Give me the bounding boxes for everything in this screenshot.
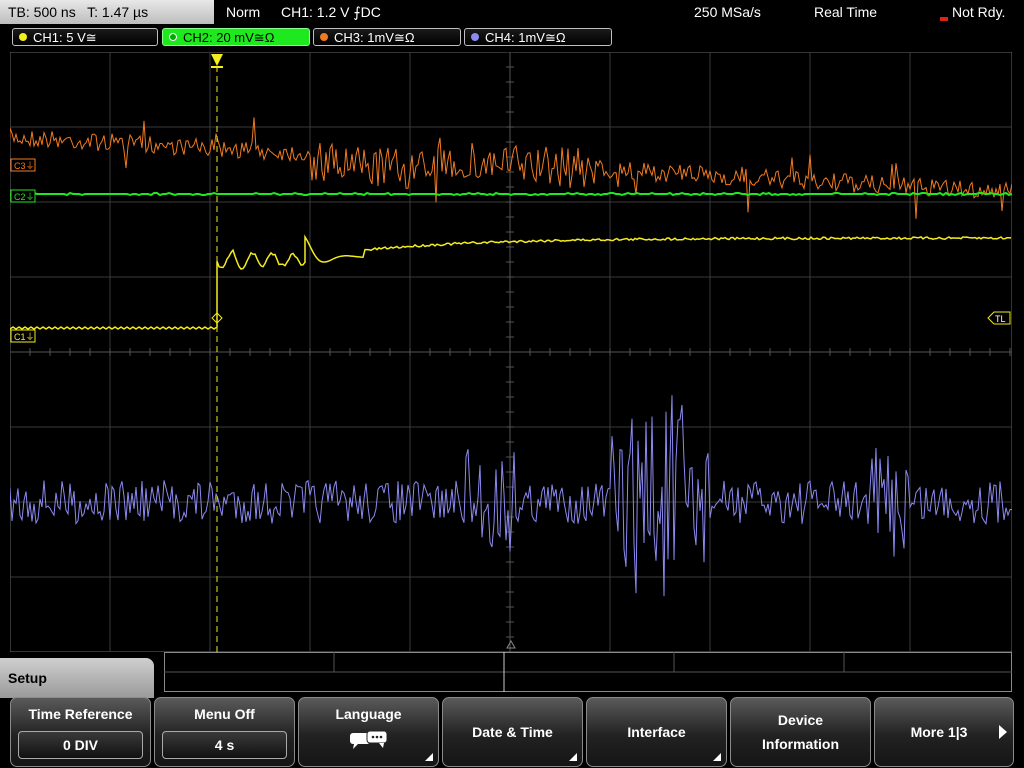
submenu-corner-icon bbox=[425, 753, 433, 761]
trigger-mode[interactable]: Norm bbox=[226, 0, 260, 24]
trigger-setting[interactable]: CH1: 1.2 V ⨍DC bbox=[281, 0, 381, 24]
interface-label: Interface bbox=[627, 724, 686, 740]
date-time-label: Date & Time bbox=[472, 724, 553, 740]
ch3-marker-label: C3⏚ bbox=[14, 161, 35, 171]
time-position-value: T: 1.47 µs bbox=[87, 4, 149, 20]
language-softkey[interactable]: Language bbox=[298, 697, 439, 767]
menu-title-tab: Setup bbox=[0, 658, 154, 698]
not-ready-indicator bbox=[940, 17, 948, 21]
ch4-dot-icon bbox=[471, 33, 479, 41]
ch3-dot-icon bbox=[320, 33, 328, 41]
device-info-label-line1: Device bbox=[777, 712, 824, 728]
trigger-level-label: TL bbox=[995, 314, 1006, 324]
channel-tab-ch4[interactable]: CH4: 1mV≅Ω bbox=[464, 28, 612, 46]
ch3-ground-marker[interactable]: C3⏚ bbox=[10, 158, 36, 172]
ch2-marker-label: C2⏚ bbox=[14, 192, 35, 202]
ch2-label: CH2: 20 mV≅Ω bbox=[183, 30, 275, 45]
ch2-ground-marker[interactable]: C2⏚ bbox=[10, 189, 36, 203]
ch3-label: CH3: 1mV≅Ω bbox=[334, 30, 415, 45]
more-softkey[interactable]: More 1|3 bbox=[874, 697, 1014, 767]
timebase-readout[interactable]: TB: 500 ns T: 1.47 µs bbox=[0, 0, 214, 24]
menu-off-value[interactable]: 4 s bbox=[162, 731, 287, 759]
ch1-marker-label: C1⏚ bbox=[14, 332, 35, 342]
speech-bubbles-icon bbox=[350, 730, 388, 749]
waveform-display[interactable]: C3⏚ C2⏚ C1⏚ TL bbox=[10, 52, 1012, 652]
channel-tab-ch1[interactable]: CH1: 5 V≅ bbox=[12, 28, 158, 46]
device-information-softkey[interactable]: Device Information bbox=[730, 697, 871, 767]
channel-tab-ch2[interactable]: CH2: 20 mV≅Ω bbox=[162, 28, 310, 46]
ch4-label: CH4: 1mV≅Ω bbox=[485, 30, 566, 45]
lower-info-strip bbox=[164, 652, 1012, 692]
time-reference-label: Time Reference bbox=[28, 706, 133, 722]
ch1-dot-icon bbox=[19, 33, 27, 41]
acquisition-state: Not Rdy. bbox=[952, 4, 1006, 20]
menu-off-label: Menu Off bbox=[194, 706, 255, 722]
device-info-label-line2: Information bbox=[762, 736, 839, 752]
language-label: Language bbox=[335, 706, 402, 722]
timebase-value: TB: 500 ns bbox=[8, 4, 76, 20]
next-page-arrow-icon bbox=[999, 725, 1007, 739]
more-label: More 1|3 bbox=[910, 724, 968, 740]
submenu-corner-icon bbox=[713, 753, 721, 761]
interface-softkey[interactable]: Interface bbox=[586, 697, 727, 767]
time-reference-softkey[interactable]: Time Reference 0 DIV bbox=[10, 697, 151, 767]
sample-rate: 250 MSa/s bbox=[694, 4, 761, 20]
channel-tab-ch3[interactable]: CH3: 1mV≅Ω bbox=[313, 28, 461, 46]
menu-title: Setup bbox=[8, 670, 47, 686]
ch1-ground-marker[interactable]: C1⏚ bbox=[10, 329, 36, 343]
status-bar: TB: 500 ns T: 1.47 µs Norm CH1: 1.2 V ⨍D… bbox=[0, 0, 1024, 24]
ch2-dot-icon bbox=[169, 33, 177, 41]
ch1-label: CH1: 5 V≅ bbox=[33, 30, 97, 45]
submenu-corner-icon bbox=[569, 753, 577, 761]
channel-bar: CH1: 5 V≅ CH2: 20 mV≅Ω CH3: 1mV≅Ω CH4: 1… bbox=[0, 24, 1024, 50]
menu-off-softkey[interactable]: Menu Off 4 s bbox=[154, 697, 295, 767]
acquisition-mode[interactable]: Real Time bbox=[814, 0, 877, 24]
date-time-softkey[interactable]: Date & Time bbox=[442, 697, 583, 767]
time-reference-value[interactable]: 0 DIV bbox=[18, 731, 143, 759]
